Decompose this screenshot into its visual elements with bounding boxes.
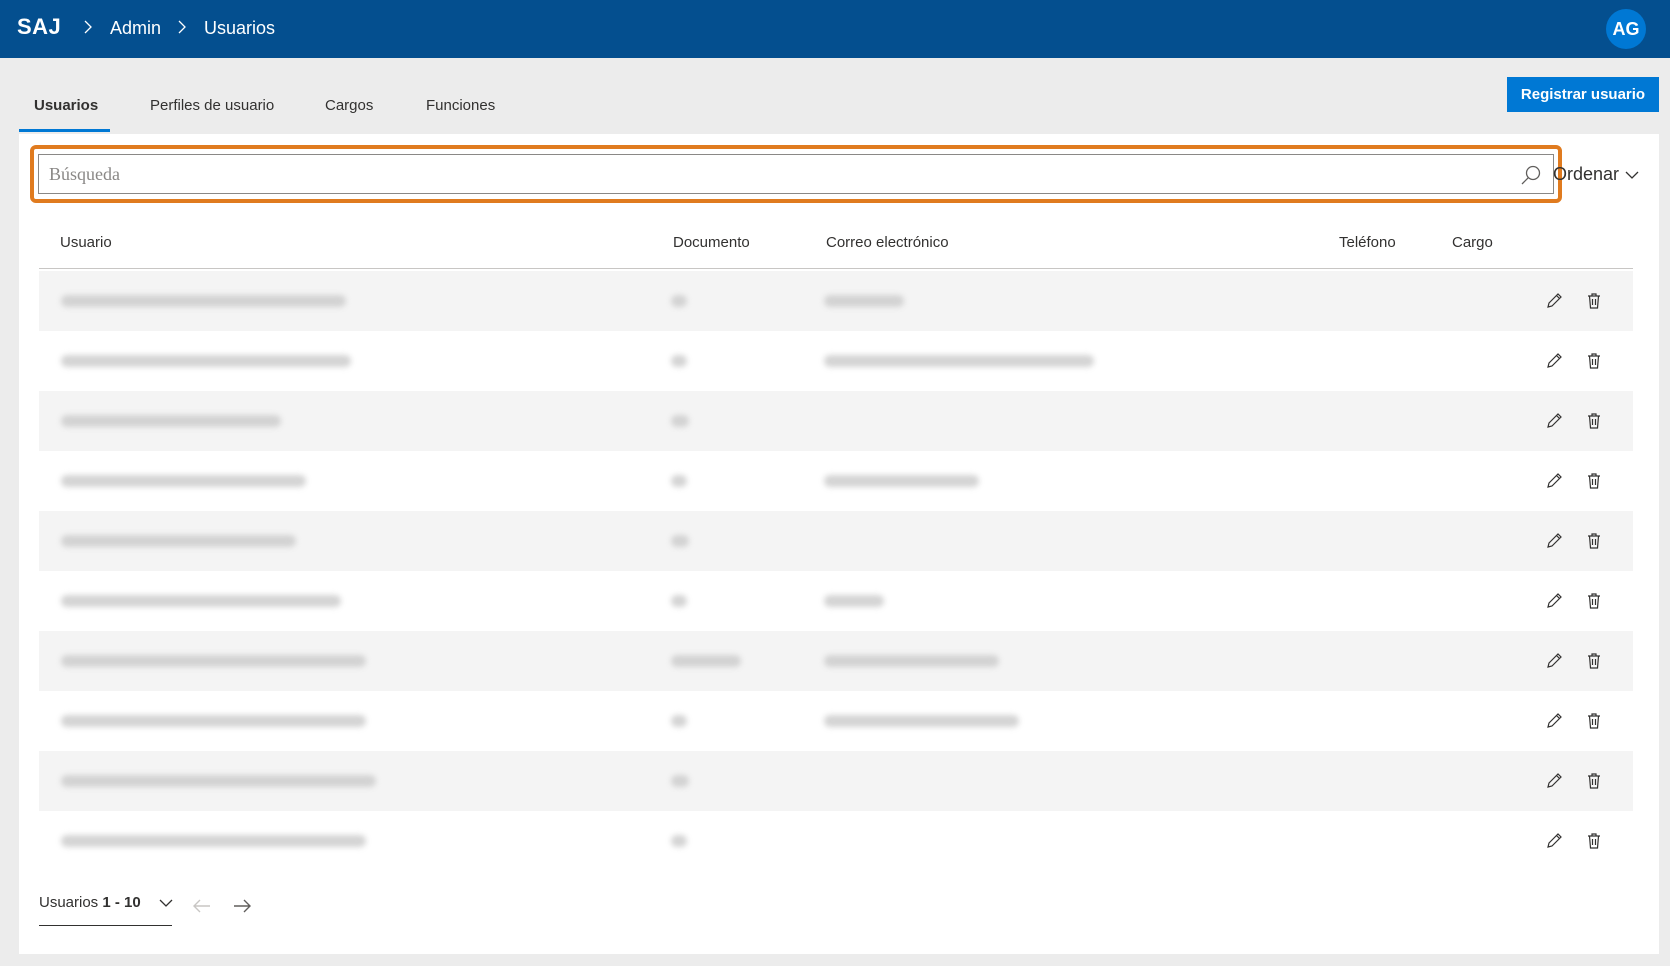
chevron-down-icon[interactable] bbox=[159, 896, 173, 908]
trash-icon[interactable] bbox=[1584, 771, 1604, 791]
table-row[interactable] bbox=[39, 571, 1633, 631]
redacted-user-name bbox=[61, 835, 366, 847]
redacted-document bbox=[671, 475, 687, 487]
redacted-email bbox=[824, 355, 1094, 367]
redacted-user-name bbox=[61, 655, 366, 667]
pagination-text: Usuarios bbox=[39, 894, 99, 911]
avatar[interactable]: AG bbox=[1606, 9, 1646, 49]
pagination-underline bbox=[39, 925, 172, 926]
sort-dropdown[interactable]: Ordenar bbox=[1553, 164, 1639, 185]
redacted-user-name bbox=[61, 595, 341, 607]
redacted-user-name bbox=[61, 535, 296, 547]
breadcrumb-admin[interactable]: Admin bbox=[110, 18, 161, 39]
table-row[interactable] bbox=[39, 751, 1633, 811]
top-bar: SAJ Admin Usuarios AG bbox=[0, 0, 1670, 58]
trash-icon[interactable] bbox=[1584, 351, 1604, 371]
table-row[interactable] bbox=[39, 631, 1633, 691]
pagination-range: 1 - 10 bbox=[102, 894, 141, 911]
tab-cargos[interactable]: Cargos bbox=[325, 97, 373, 114]
trash-icon[interactable] bbox=[1584, 651, 1604, 671]
pencil-icon[interactable] bbox=[1544, 831, 1564, 851]
trash-icon[interactable] bbox=[1584, 831, 1604, 851]
pencil-icon[interactable] bbox=[1544, 711, 1564, 731]
pencil-icon[interactable] bbox=[1544, 531, 1564, 551]
brand-logo[interactable]: SAJ bbox=[17, 14, 61, 40]
redacted-document bbox=[671, 295, 687, 307]
pencil-icon[interactable] bbox=[1544, 471, 1564, 491]
redacted-document bbox=[671, 415, 689, 427]
redacted-document bbox=[671, 655, 741, 667]
redacted-email bbox=[824, 595, 884, 607]
trash-icon[interactable] bbox=[1584, 591, 1604, 611]
redacted-document bbox=[671, 835, 687, 847]
redacted-email bbox=[824, 295, 904, 307]
trash-icon[interactable] bbox=[1584, 411, 1604, 431]
chevron-right-icon bbox=[178, 16, 188, 38]
tab-perfiles-de-usuario[interactable]: Perfiles de usuario bbox=[150, 97, 274, 114]
redacted-user-name bbox=[61, 775, 376, 787]
pencil-icon[interactable] bbox=[1544, 351, 1564, 371]
table-row[interactable] bbox=[39, 271, 1633, 331]
column-header-correo[interactable]: Correo electrónico bbox=[826, 234, 949, 251]
trash-icon[interactable] bbox=[1584, 531, 1604, 551]
redacted-document bbox=[671, 355, 687, 367]
redacted-document bbox=[671, 715, 687, 727]
column-header-usuario[interactable]: Usuario bbox=[60, 234, 112, 251]
sort-label: Ordenar bbox=[1553, 164, 1620, 184]
redacted-document bbox=[671, 775, 689, 787]
trash-icon[interactable] bbox=[1584, 711, 1604, 731]
tab-funciones[interactable]: Funciones bbox=[426, 97, 495, 114]
redacted-email bbox=[824, 715, 1019, 727]
pencil-icon[interactable] bbox=[1544, 411, 1564, 431]
column-header-cargo[interactable]: Cargo bbox=[1452, 234, 1493, 251]
chevron-down-icon bbox=[1625, 171, 1639, 179]
breadcrumb-usuarios: Usuarios bbox=[204, 18, 276, 38]
table-row[interactable] bbox=[39, 511, 1633, 571]
redacted-email bbox=[824, 655, 999, 667]
table-row[interactable] bbox=[39, 691, 1633, 751]
table-row[interactable] bbox=[39, 331, 1633, 391]
redacted-document bbox=[671, 595, 687, 607]
trash-icon[interactable] bbox=[1584, 291, 1604, 311]
column-header-documento[interactable]: Documento bbox=[673, 234, 750, 251]
search-box[interactable] bbox=[38, 154, 1554, 194]
header-divider bbox=[39, 268, 1633, 269]
redacted-user-name bbox=[61, 415, 281, 427]
pencil-icon[interactable] bbox=[1544, 771, 1564, 791]
table-row[interactable] bbox=[39, 391, 1633, 451]
register-user-button[interactable]: Registrar usuario bbox=[1507, 77, 1659, 112]
table-row[interactable] bbox=[39, 811, 1633, 871]
chevron-right-icon bbox=[84, 16, 94, 38]
active-tab-indicator bbox=[19, 129, 110, 132]
pencil-icon[interactable] bbox=[1544, 651, 1564, 671]
arrow-left-icon[interactable] bbox=[192, 898, 212, 914]
redacted-document bbox=[671, 535, 689, 547]
redacted-user-name bbox=[61, 295, 346, 307]
redacted-email bbox=[824, 475, 979, 487]
pencil-icon[interactable] bbox=[1544, 291, 1564, 311]
redacted-user-name bbox=[61, 475, 306, 487]
search-icon[interactable] bbox=[1520, 164, 1542, 186]
search-input[interactable] bbox=[49, 155, 1489, 193]
trash-icon[interactable] bbox=[1584, 471, 1604, 491]
tab-usuarios[interactable]: Usuarios bbox=[34, 97, 98, 114]
redacted-user-name bbox=[61, 355, 351, 367]
pagination-label[interactable]: Usuarios 1 - 10 bbox=[39, 894, 141, 911]
pencil-icon[interactable] bbox=[1544, 591, 1564, 611]
table-row[interactable] bbox=[39, 451, 1633, 511]
redacted-user-name bbox=[61, 715, 366, 727]
column-header-telefono[interactable]: Teléfono bbox=[1339, 234, 1396, 251]
arrow-right-icon[interactable] bbox=[232, 898, 252, 914]
